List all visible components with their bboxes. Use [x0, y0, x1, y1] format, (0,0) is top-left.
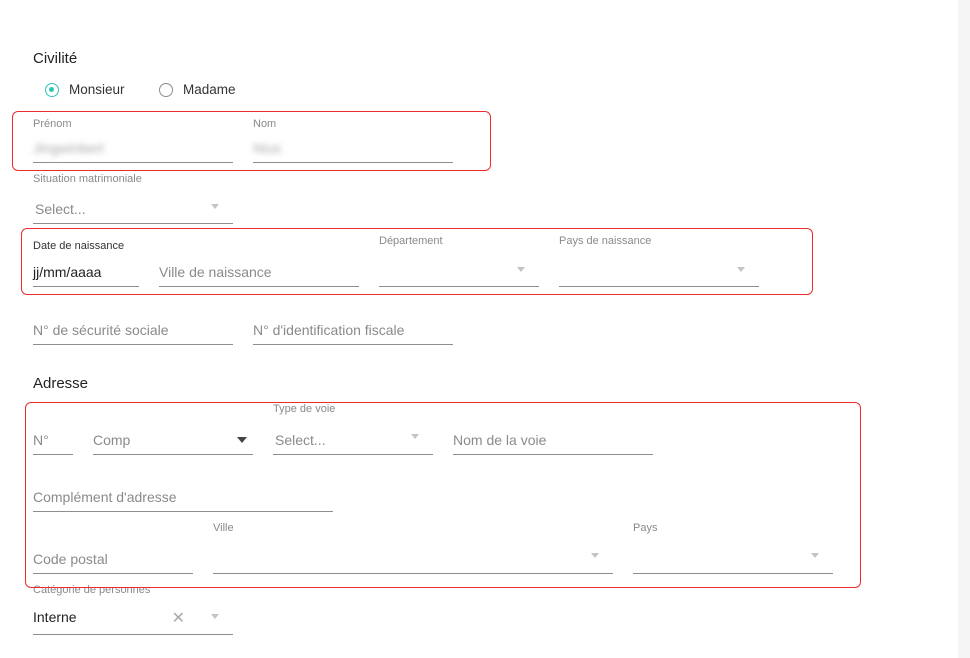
code-postal-input[interactable]: Code postal — [33, 540, 193, 574]
radio-madame[interactable]: Madame — [159, 82, 236, 97]
fiscal-placeholder: N° d'identification fiscale — [253, 322, 405, 338]
page-edge — [958, 0, 970, 658]
ville-naissance-input[interactable]: Ville de naissance — [159, 255, 359, 287]
departement-label: Département — [379, 235, 443, 247]
situation-placeholder: Select... — [35, 201, 86, 217]
radio-unchecked-icon[interactable] — [159, 82, 173, 97]
nom-value: Nius — [253, 140, 282, 156]
adresse-title: Adresse — [33, 375, 89, 392]
code-postal-placeholder: Code postal — [33, 551, 108, 567]
radio-monsieur-label: Monsieur — [69, 82, 125, 97]
nom-label: Nom — [253, 118, 277, 130]
nom-voie-input[interactable]: Nom de la voie — [453, 422, 653, 455]
chevron-down-icon[interactable] — [517, 267, 525, 272]
civilite-title: Civilité — [33, 50, 78, 67]
radio-checked-icon[interactable] — [45, 82, 59, 97]
ville-naissance-placeholder: Ville de naissance — [159, 264, 272, 280]
complement-adresse-input[interactable]: Complément d'adresse — [33, 480, 333, 512]
nom-field[interactable]: Nius — [253, 132, 453, 163]
type-voie-placeholder: Select... — [275, 432, 326, 448]
pays-select[interactable] — [633, 537, 833, 574]
chevron-down-icon[interactable] — [411, 434, 419, 439]
secu-input[interactable]: N° de sécurité sociale — [33, 312, 233, 345]
prenom-field[interactable]: Jingwinbert — [33, 132, 233, 163]
situation-select[interactable]: Select... — [33, 190, 233, 224]
chevron-down-icon[interactable] — [591, 553, 599, 558]
date-naissance-label: Date de naissance — [33, 240, 125, 252]
categorie-select[interactable]: Interne ✕ — [33, 600, 233, 635]
chevron-down-icon[interactable] — [211, 204, 219, 209]
chevron-down-icon[interactable] — [237, 437, 247, 443]
radio-madame-label: Madame — [183, 82, 236, 97]
close-icon[interactable]: ✕ — [172, 608, 185, 628]
departement-select[interactable] — [379, 250, 539, 287]
radio-monsieur[interactable]: Monsieur — [45, 82, 125, 97]
secu-placeholder: N° de sécurité sociale — [33, 322, 169, 338]
categorie-label: Catégorie de personnes — [33, 584, 151, 596]
pays-label: Pays — [633, 522, 658, 534]
type-voie-label: Type de voie — [273, 403, 336, 415]
type-voie-select[interactable]: Select... — [273, 419, 433, 455]
chevron-down-icon[interactable] — [811, 553, 819, 558]
pays-naissance-select[interactable] — [559, 250, 759, 287]
prenom-label: Prénom — [33, 118, 72, 130]
categorie-value: Interne — [33, 609, 77, 625]
date-naissance-input[interactable]: jj/mm/aaaa — [33, 255, 139, 287]
fiscal-input[interactable]: N° d'identification fiscale — [253, 312, 453, 345]
nom-voie-placeholder: Nom de la voie — [453, 432, 547, 448]
chevron-down-icon[interactable] — [737, 267, 745, 272]
ville-label: Ville — [213, 522, 234, 534]
comp-placeholder: Comp — [93, 432, 131, 448]
numero-placeholder: N° — [33, 432, 49, 448]
comp-select[interactable]: Comp — [93, 422, 253, 455]
date-naissance-value: jj/mm/aaaa — [33, 264, 102, 280]
chevron-down-icon[interactable] — [211, 614, 219, 619]
prenom-value: Jingwinbert — [33, 140, 104, 156]
pays-naissance-label: Pays de naissance — [559, 235, 652, 247]
ville-select[interactable] — [213, 537, 613, 574]
complement-placeholder: Complément d'adresse — [33, 489, 177, 505]
situation-label: Situation matrimoniale — [33, 173, 142, 185]
numero-input[interactable]: N° — [33, 422, 73, 455]
